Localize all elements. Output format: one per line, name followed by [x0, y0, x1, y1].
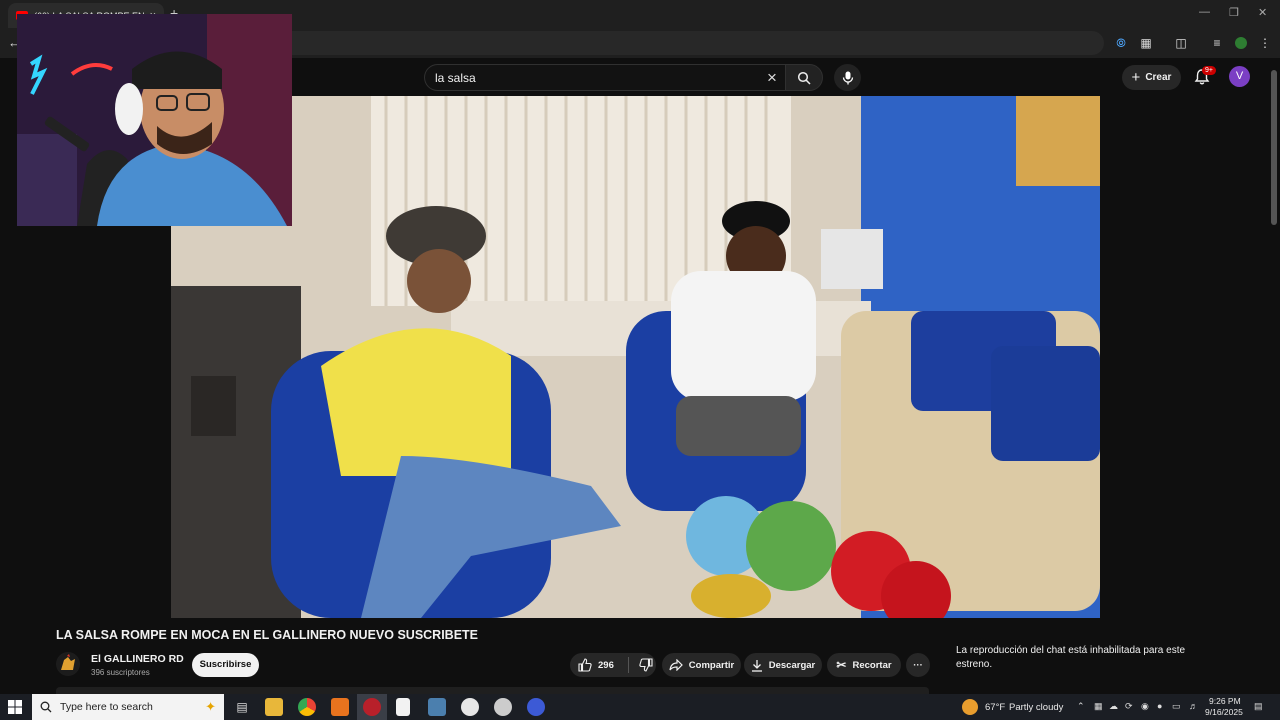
minimize-icon[interactable]: — [1199, 6, 1210, 18]
windows-start-icon[interactable] [8, 700, 22, 714]
clear-search-icon[interactable]: × [758, 68, 786, 88]
create-label: Crear [1145, 72, 1172, 83]
channel-name[interactable]: El GALLINERO RD [91, 653, 184, 665]
chat-disabled-message: La reproducción del chat está inhabilita… [956, 645, 1186, 670]
weather-description[interactable]: Partly cloudy [1009, 702, 1063, 713]
page-scrollbar[interactable] [1271, 70, 1277, 225]
app-white-icon[interactable] [461, 698, 479, 716]
search-icon [40, 701, 52, 713]
webcam-overlay [17, 14, 292, 226]
restore-icon[interactable]: ❐ [1229, 6, 1239, 19]
dislike-thumb-icon[interactable] [639, 658, 653, 672]
taskbar-search-box[interactable]: Type here to search ✦ [32, 694, 224, 720]
share-label: Compartir [688, 659, 735, 671]
browser-menu-icon[interactable]: ⋮ [1256, 34, 1274, 52]
more-actions-button[interactable]: ··· [906, 653, 930, 677]
download-label: Descargar [768, 659, 816, 671]
search-box: × [424, 64, 786, 91]
create-button[interactable]: + Crear [1122, 65, 1181, 90]
document-app-icon[interactable] [396, 698, 410, 716]
network-icon[interactable]: ▭ [1172, 701, 1181, 712]
notification-count-badge: 9+ [1202, 66, 1216, 75]
camera-icon[interactable]: ◉ [1141, 701, 1149, 712]
app-blue-icon[interactable] [428, 698, 446, 716]
chrome-icon[interactable] [298, 698, 316, 716]
search-button[interactable] [785, 64, 823, 91]
audio-extension-icon[interactable]: ⦾ [1112, 34, 1130, 52]
download-icon [751, 659, 762, 672]
task-view-icon[interactable]: ▤ [233, 698, 251, 716]
subscribe-button[interactable]: Suscribirse [192, 653, 259, 677]
channel-avatar[interactable] [56, 652, 80, 676]
video-frame-image [171, 96, 1100, 618]
clip-button[interactable]: ✂ Recortar [827, 653, 901, 677]
sync-icon[interactable]: ⟳ [1125, 701, 1133, 712]
close-window-icon[interactable]: ✕ [1258, 6, 1267, 19]
clock-date[interactable]: 9/16/2025 [1205, 707, 1243, 717]
like-thumb-icon[interactable] [578, 658, 592, 672]
microphone-tray-icon[interactable]: ● [1157, 701, 1162, 711]
onedrive-icon[interactable]: ☁ [1109, 701, 1118, 712]
like-dislike-group: 296 [570, 653, 656, 677]
file-explorer-icon[interactable] [265, 698, 283, 716]
search-highlight-icon: ✦ [205, 699, 216, 714]
share-arrow-icon [669, 659, 683, 671]
streamer-webcam-image [17, 14, 292, 226]
like-dislike-divider [627, 657, 629, 673]
weather-temperature[interactable]: 67°F [985, 702, 1005, 713]
windows-taskbar: Type here to search ✦ ▤ 67°F Partly clou… [0, 694, 1280, 720]
video-metadata-section: LA SALSA ROMPE EN MOCA EN EL GALLINERO N… [0, 618, 1280, 694]
ime-icon[interactable]: ▦ [1094, 701, 1103, 712]
volume-icon[interactable]: ♬ [1189, 701, 1198, 711]
description-box-top[interactable] [56, 687, 929, 694]
media-controls-icon[interactable]: ≡ [1208, 34, 1226, 52]
clock-time[interactable]: 9:26 PM [1209, 696, 1241, 706]
download-button[interactable]: Descargar [744, 653, 822, 677]
like-count: 296 [598, 659, 614, 671]
extensions-puzzle-icon[interactable]: ▦ [1137, 34, 1155, 52]
app-red-icon[interactable] [363, 698, 381, 716]
cast-icon[interactable]: ◫ [1172, 34, 1190, 52]
profile-icon[interactable] [1235, 37, 1247, 49]
rooster-logo-icon [56, 652, 80, 676]
screen: (60) LA SALSA ROMPE EN M × + — ❐ ✕ ← ⦾ ▦… [0, 0, 1280, 720]
video-title: LA SALSA ROMPE EN MOCA EN EL GALLINERO N… [56, 628, 479, 642]
voice-search-button[interactable] [834, 64, 861, 91]
plus-icon: + [1131, 69, 1141, 86]
search-icon [797, 71, 811, 85]
search-input[interactable] [435, 70, 758, 85]
subscriber-count: 396 suscriptores [91, 668, 150, 677]
microphone-icon [842, 71, 853, 84]
weather-icon[interactable] [962, 699, 978, 715]
video-player[interactable] [171, 96, 1100, 618]
app-orange-icon[interactable] [331, 698, 349, 716]
taskbar-search-placeholder: Type here to search [60, 701, 153, 713]
app-purple-icon[interactable] [527, 698, 545, 716]
app-gear-icon[interactable] [494, 698, 512, 716]
clip-label: Recortar [852, 659, 892, 671]
show-hidden-icons-icon[interactable]: ⌃ [1077, 701, 1085, 712]
notification-center-icon[interactable]: ▤ [1254, 701, 1263, 712]
scissors-icon: ✂ [836, 658, 847, 672]
share-button[interactable]: Compartir [662, 653, 741, 677]
account-avatar[interactable]: V [1229, 66, 1250, 87]
